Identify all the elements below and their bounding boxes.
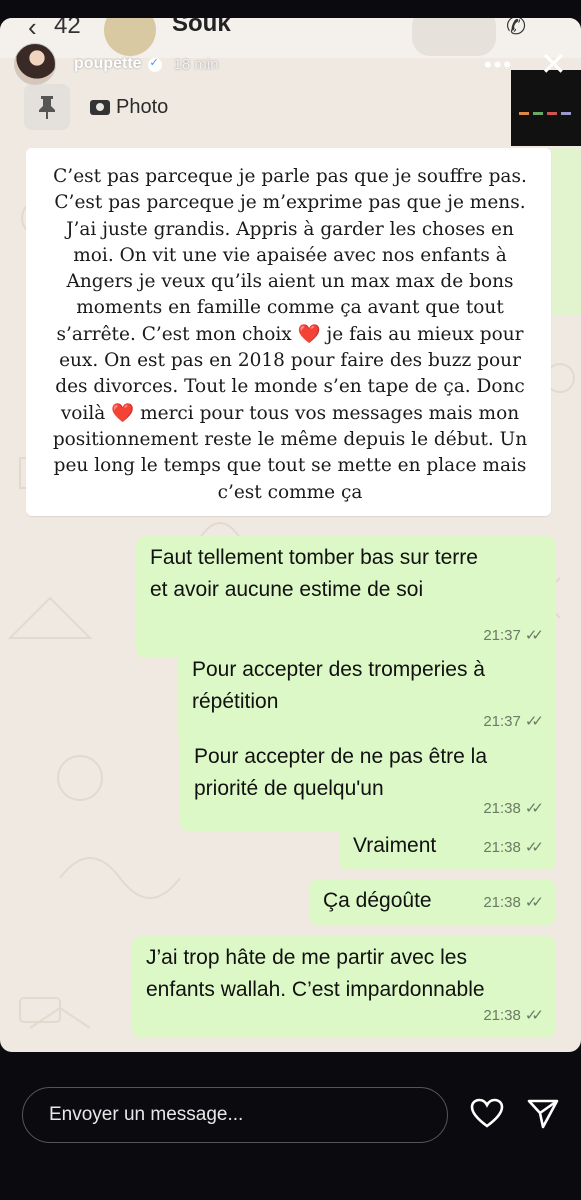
story-card: ‹ 42 Souk ✆ Photo C’est pas parceque je … bbox=[0, 18, 581, 1052]
back-icon[interactable]: ‹ bbox=[28, 18, 37, 43]
close-icon[interactable]: ✕ bbox=[540, 48, 567, 80]
pin-icon[interactable] bbox=[24, 84, 70, 130]
quote-line: moi. On vit une vie apaisée avec nos enf… bbox=[73, 244, 507, 266]
message-bubble[interactable]: Pour accepter de ne pas être la priorité… bbox=[180, 735, 556, 831]
message-meta: 21:38 ✓✓ bbox=[483, 793, 544, 825]
story-time: 18 min bbox=[173, 55, 219, 73]
message-time: 21:38 bbox=[483, 839, 521, 856]
avatar[interactable] bbox=[14, 43, 56, 85]
username[interactable]: poupette bbox=[74, 55, 142, 73]
send-icon[interactable] bbox=[527, 1098, 559, 1130]
quote-line: J’ai juste grandis. Appris à garder les … bbox=[66, 218, 514, 240]
quote-line: Angers je veux qu’ils aient un max max d… bbox=[66, 271, 514, 293]
chat-name[interactable]: Souk bbox=[172, 18, 231, 38]
quote-line: voilà ❤️ merci pour tous vos messages ma… bbox=[60, 402, 520, 424]
message-text: Pour accepter des tromperies à bbox=[192, 658, 485, 681]
phone-icon[interactable]: ✆ bbox=[506, 18, 526, 41]
heart-icon[interactable] bbox=[470, 1098, 504, 1128]
double-check-icon: ✓✓ bbox=[524, 894, 544, 911]
quote-line: C’est pas parceque je m’exprime pas que … bbox=[54, 192, 526, 214]
quote-line: eux. On est pas en 2018 pour faire des b… bbox=[59, 350, 521, 372]
message-meta: 21:38 ✓✓ bbox=[483, 887, 544, 919]
double-check-icon: ✓✓ bbox=[524, 1007, 544, 1024]
message-bubble[interactable]: Faut tellement tomber bas sur terre et a… bbox=[136, 536, 556, 658]
message-time: 21:38 bbox=[483, 800, 521, 817]
message-input-placeholder: Envoyer un message... bbox=[49, 1104, 244, 1125]
bubble-edge bbox=[551, 148, 581, 316]
double-check-icon: ✓✓ bbox=[524, 713, 544, 730]
message-text: et avoir aucune estime de soi bbox=[150, 578, 424, 601]
message-bubble[interactable]: Vraiment 21:38 ✓✓ bbox=[339, 824, 556, 870]
pinned-label: Photo bbox=[116, 96, 169, 118]
message-meta: 21:38 ✓✓ bbox=[483, 832, 544, 864]
quote-line: des divorces. Tout le monde s’en tape de… bbox=[55, 376, 525, 398]
quote-line: moments en famille comme ça avant que to… bbox=[76, 297, 504, 319]
double-check-icon: ✓✓ bbox=[524, 800, 544, 817]
quote-line: s’arrête. C’est mon choix ❤️ je fais au … bbox=[56, 323, 524, 345]
quoted-statement-text: C’est pas parceque je parle pas que je s… bbox=[42, 164, 538, 506]
message-input[interactable]: Envoyer un message... bbox=[22, 1087, 448, 1143]
camera-icon bbox=[90, 100, 110, 115]
more-options-icon[interactable]: ••• bbox=[484, 52, 513, 78]
home-indicator-area bbox=[0, 1168, 581, 1200]
verified-badge-icon bbox=[147, 56, 162, 72]
message-meta: 21:38 ✓✓ bbox=[483, 1000, 544, 1032]
quote-line: C’est pas parceque je parle pas que je s… bbox=[53, 166, 527, 187]
pinned-message[interactable]: Photo bbox=[90, 96, 168, 119]
message-bubble[interactable]: Ça dégoûte 21:38 ✓✓ bbox=[309, 879, 556, 925]
quote-line: c’est comme ça bbox=[217, 481, 363, 503]
message-time: 21:37 bbox=[483, 713, 521, 730]
video-call-icon[interactable] bbox=[412, 18, 496, 56]
message-time: 21:38 bbox=[483, 1007, 521, 1024]
quote-line: peu long le temps que tout se mette en p… bbox=[53, 455, 527, 477]
quote-line: positionnement reste le même depuis le d… bbox=[52, 428, 528, 450]
message-text: Pour accepter de ne pas être la bbox=[194, 745, 488, 768]
message-bubble[interactable]: Pour accepter des tromperies à répétitio… bbox=[178, 648, 556, 744]
message-text: Faut tellement tomber bas sur terre bbox=[150, 546, 478, 569]
double-check-icon: ✓✓ bbox=[524, 839, 544, 856]
message-meta: 21:37 ✓✓ bbox=[483, 706, 544, 738]
message-time: 21:38 bbox=[483, 894, 521, 911]
story-user[interactable]: poupette 18 min bbox=[14, 43, 219, 85]
unread-count: 42 bbox=[54, 18, 81, 39]
message-bubble[interactable]: J’ai trop hâte de me partir avec les enf… bbox=[132, 936, 556, 1038]
message-text: J’ai trop hâte de me partir avec les bbox=[146, 946, 467, 969]
